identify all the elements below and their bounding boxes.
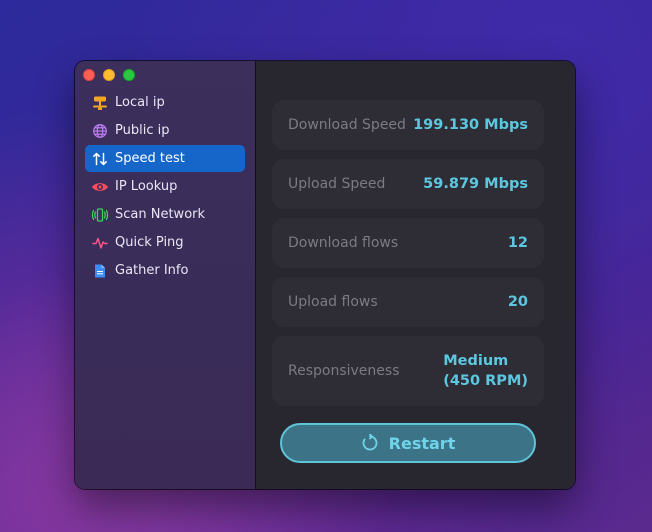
- window-controls: [83, 69, 135, 81]
- download-flows-card: Download flows 12: [272, 218, 544, 268]
- download-speed-value: 199.130 Mbps: [413, 117, 528, 133]
- download-flows-value: 12: [507, 235, 528, 251]
- sidebar-item-label: Scan Network: [115, 207, 206, 222]
- download-speed-card: Download Speed 199.130 Mbps: [272, 100, 544, 150]
- upload-flows-card: Upload flows 20: [272, 277, 544, 327]
- eye-icon: [91, 178, 109, 196]
- up-down-arrows-icon: [91, 150, 109, 168]
- upload-speed-value: 59.879 Mbps: [423, 176, 528, 192]
- upload-flows-label: Upload flows: [288, 294, 378, 310]
- globe-icon: [91, 122, 109, 140]
- app-window: Local ip Public ip Speed test IP Lookup …: [75, 61, 575, 489]
- sidebar-item-label: Local ip: [115, 95, 165, 110]
- refresh-icon: [361, 434, 379, 452]
- sidebar-item-label: Speed test: [115, 151, 185, 166]
- download-flows-label: Download flows: [288, 235, 399, 251]
- phone-signal-icon: [91, 206, 109, 224]
- responsiveness-card: Responsiveness Medium (450 RPM): [272, 336, 544, 406]
- sidebar-item-speed-test[interactable]: Speed test: [85, 145, 245, 172]
- sidebar-item-label: Gather Info: [115, 263, 189, 278]
- desktop-background: Local ip Public ip Speed test IP Lookup …: [0, 0, 652, 532]
- upload-speed-card: Upload Speed 59.879 Mbps: [272, 159, 544, 209]
- document-icon: [91, 262, 109, 280]
- responsiveness-level: Medium: [443, 353, 509, 369]
- sidebar: Local ip Public ip Speed test IP Lookup …: [75, 61, 255, 489]
- speed-test-panel: Download Speed 199.130 Mbps Upload Speed…: [256, 61, 575, 489]
- local-network-icon: [91, 94, 109, 112]
- sidebar-item-ip-lookup[interactable]: IP Lookup: [85, 173, 245, 200]
- sidebar-item-label: Quick Ping: [115, 235, 184, 250]
- zoom-window-button[interactable]: [123, 69, 135, 81]
- upload-flows-value: 20: [507, 294, 528, 310]
- sidebar-item-public-ip[interactable]: Public ip: [85, 117, 245, 144]
- restart-label: Restart: [388, 433, 456, 453]
- upload-speed-label: Upload Speed: [288, 176, 386, 192]
- sidebar-item-gather-info[interactable]: Gather Info: [85, 257, 245, 284]
- responsiveness-rpm: (450 RPM): [443, 373, 528, 389]
- sidebar-nav: Local ip Public ip Speed test IP Lookup …: [75, 89, 255, 284]
- sidebar-item-scan-network[interactable]: Scan Network: [85, 201, 245, 228]
- waveform-icon: [91, 234, 109, 252]
- download-speed-label: Download Speed: [288, 117, 406, 133]
- close-window-button[interactable]: [83, 69, 95, 81]
- sidebar-item-local-ip[interactable]: Local ip: [85, 89, 245, 116]
- responsiveness-value: Medium (450 RPM): [443, 351, 528, 391]
- sidebar-item-quick-ping[interactable]: Quick Ping: [85, 229, 245, 256]
- sidebar-item-label: Public ip: [115, 123, 170, 138]
- responsiveness-label: Responsiveness: [288, 363, 400, 379]
- restart-button[interactable]: Restart: [280, 423, 536, 463]
- restart-container: Restart: [272, 423, 544, 463]
- minimize-window-button[interactable]: [103, 69, 115, 81]
- sidebar-item-label: IP Lookup: [115, 179, 178, 194]
